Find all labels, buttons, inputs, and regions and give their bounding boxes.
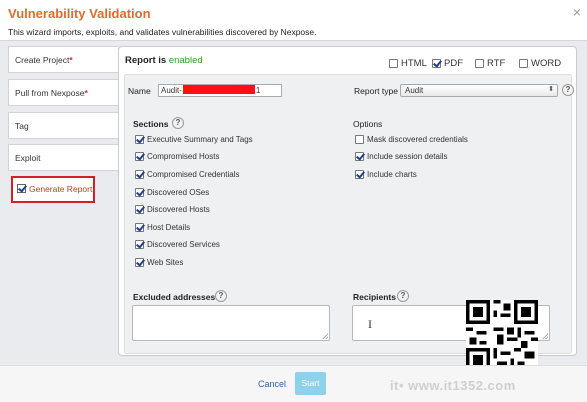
option-label: Mask discovered credentials: [367, 135, 468, 144]
options-heading: Options: [353, 119, 383, 129]
step-create-project[interactable]: Create Project*: [8, 46, 118, 73]
section-discovered-oses[interactable]: Discovered OSes: [135, 188, 209, 197]
report-type-label: Report type: [354, 86, 398, 96]
section-host-details[interactable]: Host Details: [135, 223, 190, 232]
report-name-prefix: Audit-: [161, 86, 182, 95]
section-label: Discovered Hosts: [147, 205, 210, 214]
redaction-bar: [182, 85, 255, 95]
section-web-sites[interactable]: Web Sites: [135, 258, 183, 267]
checkbox-icon[interactable]: [389, 59, 398, 68]
option-label: Include charts: [367, 170, 417, 179]
required-marker: *: [69, 55, 73, 65]
close-icon[interactable]: ×: [573, 4, 581, 20]
checkbox-icon[interactable]: [519, 59, 528, 68]
option-mask-credentials[interactable]: Mask discovered credentials: [355, 135, 468, 144]
format-html[interactable]: HTML: [389, 58, 427, 69]
section-discovered-hosts[interactable]: Discovered Hosts: [135, 205, 210, 214]
qr-code-icon: [466, 300, 538, 372]
step-exploit[interactable]: Exploit: [8, 144, 118, 171]
section-label: Compromised Hosts: [147, 152, 220, 161]
select-arrows-icon: ⬍: [548, 86, 554, 93]
checkbox-icon[interactable]: [355, 135, 364, 144]
sections-help-icon[interactable]: ?: [172, 117, 184, 129]
section-label: Executive Summary and Tags: [147, 135, 253, 144]
checkbox-checked-icon[interactable]: [135, 152, 144, 161]
report-name-suffix: 1: [255, 86, 261, 95]
checkbox-checked-icon[interactable]: [135, 170, 144, 179]
step-label: Pull from Nexpose: [15, 88, 85, 98]
checkbox-checked-icon[interactable]: [135, 205, 144, 214]
section-compromised-credentials[interactable]: Compromised Credentials: [135, 170, 239, 179]
start-button[interactable]: Start: [295, 372, 326, 395]
report-status-value: enabled: [168, 55, 203, 66]
section-executive-summary[interactable]: Executive Summary and Tags: [135, 135, 253, 144]
checkbox-checked-icon[interactable]: [135, 258, 144, 267]
wizard-subtitle: This wizard imports, exploits, and valid…: [8, 27, 317, 37]
watermark: it• www.it1352.com: [390, 378, 516, 393]
checkbox-checked-icon[interactable]: [17, 184, 26, 194]
option-include-charts[interactable]: Include charts: [355, 170, 417, 179]
name-label: Name: [128, 86, 151, 96]
step-label: Generate Report: [29, 184, 93, 194]
wizard-title: Vulnerability Validation: [8, 6, 151, 21]
step-tag[interactable]: Tag: [8, 112, 118, 139]
report-type-help-icon[interactable]: ?: [562, 84, 574, 96]
recipients-label: Recipients: [353, 292, 396, 302]
checkbox-checked-icon[interactable]: [135, 188, 144, 197]
option-label: Include session details: [367, 152, 448, 161]
format-label: RTF: [487, 58, 506, 69]
checkbox-checked-icon[interactable]: [135, 223, 144, 232]
format-label: WORD: [531, 58, 562, 69]
format-pdf[interactable]: PDF: [432, 58, 463, 69]
text-cursor-icon: I: [368, 317, 372, 331]
excluded-addresses-textarea[interactable]: [132, 305, 330, 341]
cancel-button[interactable]: Cancel: [258, 379, 286, 389]
step-generate-report[interactable]: Generate Report: [11, 176, 95, 203]
title-bar: Vulnerability Validation ×: [0, 0, 587, 24]
checkbox-checked-icon[interactable]: [432, 59, 441, 68]
step-label: Exploit: [15, 153, 41, 163]
step-pull-from-nexpose[interactable]: Pull from Nexpose*: [8, 79, 118, 106]
report-name-input[interactable]: Audit- 1: [158, 84, 282, 97]
excluded-addresses-label: Excluded addresses: [133, 292, 216, 302]
format-word[interactable]: WORD: [519, 58, 561, 69]
recipients-help-icon[interactable]: ?: [397, 290, 409, 302]
format-label: PDF: [444, 58, 463, 69]
required-marker: *: [84, 88, 88, 98]
checkbox-checked-icon[interactable]: [355, 170, 364, 179]
resize-grip-icon[interactable]: [322, 333, 328, 339]
section-label: Web Sites: [147, 258, 184, 267]
checkbox-checked-icon[interactable]: [355, 152, 364, 161]
step-label: Create Project: [15, 55, 70, 65]
checkbox-checked-icon[interactable]: [135, 240, 144, 249]
resize-grip-icon[interactable]: [542, 333, 548, 339]
section-label: Discovered OSes: [147, 188, 210, 197]
excluded-addresses-help-icon[interactable]: ?: [215, 290, 227, 302]
format-label: HTML: [401, 58, 427, 69]
option-include-session-details[interactable]: Include session details: [355, 152, 448, 161]
section-discovered-services[interactable]: Discovered Services: [135, 240, 220, 249]
sections-heading: Sections: [133, 119, 169, 129]
format-rtf[interactable]: RTF: [475, 58, 505, 69]
report-type-select[interactable]: Audit ⬍: [400, 84, 558, 97]
section-label: Compromised Credentials: [147, 170, 240, 179]
section-label: Discovered Services: [147, 240, 220, 249]
section-compromised-hosts[interactable]: Compromised Hosts: [135, 152, 219, 161]
checkbox-icon[interactable]: [475, 59, 484, 68]
step-label: Tag: [15, 121, 29, 131]
report-type-value: Audit: [405, 86, 424, 95]
section-label: Host Details: [147, 223, 191, 232]
report-status-label: Report is: [125, 55, 167, 66]
checkbox-checked-icon[interactable]: [135, 135, 144, 144]
report-status: Report is enabled: [125, 55, 203, 66]
